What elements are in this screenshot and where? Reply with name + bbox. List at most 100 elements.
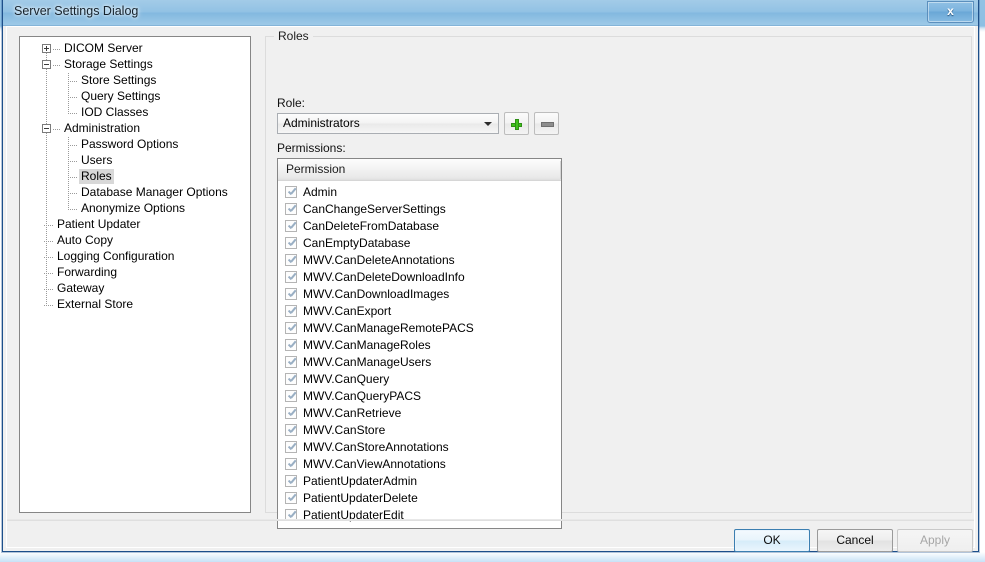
permission-checkbox[interactable]: [285, 186, 297, 198]
permission-label: CanEmptyDatabase: [303, 236, 411, 250]
permission-label: MWV.CanManageRemotePACS: [303, 321, 474, 335]
permission-row[interactable]: PatientUpdaterAdmin: [278, 473, 561, 490]
permission-row[interactable]: MWV.CanDeleteDownloadInfo: [278, 269, 561, 286]
permission-checkbox[interactable]: [285, 475, 297, 487]
role-combobox[interactable]: Administrators: [277, 113, 499, 134]
permission-row[interactable]: MWV.CanExport: [278, 303, 561, 320]
tree-item-users[interactable]: Users: [20, 153, 250, 169]
permission-checkbox[interactable]: [285, 254, 297, 266]
permission-row[interactable]: MWV.CanManageUsers: [278, 354, 561, 371]
permissions-label: Permissions:: [277, 141, 346, 155]
tree-item-anonymize-options[interactable]: Anonymize Options: [20, 201, 250, 217]
tree-connector: [44, 273, 53, 274]
permission-label: MWV.CanDownloadImages: [303, 287, 450, 301]
tree-item-roles[interactable]: Roles: [20, 169, 250, 185]
check-icon: [287, 476, 297, 487]
tree-item-administration[interactable]: Administration: [20, 121, 250, 137]
permission-row[interactable]: MWV.CanDeleteAnnotations: [278, 252, 561, 269]
permission-row[interactable]: MWV.CanManageRoles: [278, 337, 561, 354]
tree-item-external-store[interactable]: External Store: [20, 297, 250, 313]
tree-item-iod-classes[interactable]: IOD Classes: [20, 105, 250, 121]
permission-row[interactable]: MWV.CanStore: [278, 422, 561, 439]
permission-row[interactable]: CanChangeServerSettings: [278, 201, 561, 218]
permission-checkbox[interactable]: [285, 203, 297, 215]
permission-checkbox[interactable]: [285, 322, 297, 334]
permission-checkbox[interactable]: [285, 271, 297, 283]
tree-item-label: Roles: [79, 169, 114, 184]
expand-icon[interactable]: [42, 44, 51, 53]
permission-label: MWV.CanStore: [303, 423, 386, 437]
permissions-list-body: Admin CanChangeServerSettings CanDeleteFro…: [278, 181, 561, 528]
permission-checkbox[interactable]: [285, 220, 297, 232]
tree-item-dicom-server[interactable]: DICOM Server: [20, 41, 250, 57]
permission-row[interactable]: CanEmptyDatabase: [278, 235, 561, 252]
tree-connector: [44, 305, 53, 306]
tree-item-label: Store Settings: [81, 73, 157, 87]
tree-connector: [68, 209, 77, 210]
permission-checkbox[interactable]: [285, 441, 297, 453]
permission-row[interactable]: MWV.CanRetrieve: [278, 405, 561, 422]
check-icon: [287, 408, 297, 419]
permission-row[interactable]: MWV.CanManageRemotePACS: [278, 320, 561, 337]
tree-item-gateway[interactable]: Gateway: [20, 281, 250, 297]
check-icon: [287, 493, 297, 504]
permission-row[interactable]: MWV.CanDownloadImages: [278, 286, 561, 303]
tree-item-forwarding[interactable]: Forwarding: [20, 265, 250, 281]
permission-checkbox[interactable]: [285, 356, 297, 368]
tree-item-password-options[interactable]: Password Options: [20, 137, 250, 153]
permission-row[interactable]: PatientUpdaterEdit: [278, 507, 561, 524]
settings-tree[interactable]: DICOM Server Storage Settings Store Settin…: [19, 36, 251, 513]
permission-checkbox[interactable]: [285, 492, 297, 504]
remove-role-button[interactable]: [534, 112, 559, 135]
permission-row[interactable]: PatientUpdaterDelete: [278, 490, 561, 507]
tree-connector: [68, 97, 77, 98]
tree-connector: [53, 49, 60, 50]
permission-label: PatientUpdaterDelete: [303, 491, 418, 505]
tree-connector: [68, 81, 77, 82]
permission-row[interactable]: MWV.CanStoreAnnotations: [278, 439, 561, 456]
apply-button: Apply: [897, 529, 973, 552]
tree-connector: [53, 129, 60, 130]
tree-item-logging-configuration[interactable]: Logging Configuration: [20, 249, 250, 265]
permission-checkbox[interactable]: [285, 237, 297, 249]
permission-row[interactable]: MWV.CanViewAnnotations: [278, 456, 561, 473]
minus-icon: [541, 122, 554, 127]
permission-row[interactable]: MWV.CanQueryPACS: [278, 388, 561, 405]
permission-checkbox[interactable]: [285, 407, 297, 419]
tree-item-label: Users: [81, 153, 113, 167]
permission-label: MWV.CanRetrieve: [303, 406, 402, 420]
tree-item-patient-updater[interactable]: Patient Updater: [20, 217, 250, 233]
permission-checkbox[interactable]: [285, 458, 297, 470]
tree-item-query-settings[interactable]: Query Settings: [20, 89, 250, 105]
tree-item-store-settings[interactable]: Store Settings: [20, 73, 250, 89]
permission-checkbox[interactable]: [285, 339, 297, 351]
permission-checkbox[interactable]: [285, 305, 297, 317]
permission-row[interactable]: MWV.CanQuery: [278, 371, 561, 388]
permission-checkbox[interactable]: [285, 288, 297, 300]
tree-item-database-manager-options[interactable]: Database Manager Options: [20, 185, 250, 201]
tree-item-label: Forwarding: [57, 265, 118, 279]
permission-row[interactable]: Admin: [278, 184, 561, 201]
permission-row[interactable]: CanDeleteFromDatabase: [278, 218, 561, 235]
add-role-button[interactable]: [504, 112, 529, 135]
ok-button[interactable]: OK: [734, 529, 810, 552]
check-icon: [287, 323, 297, 334]
tree-connector: [44, 241, 53, 242]
check-icon: [287, 357, 297, 368]
tree-item-storage-settings[interactable]: Storage Settings: [20, 57, 250, 73]
collapse-icon[interactable]: [42, 124, 51, 133]
permission-checkbox[interactable]: [285, 373, 297, 385]
close-button[interactable]: x: [927, 1, 974, 23]
title-bar[interactable]: Server Settings Dialog x: [3, 0, 978, 26]
permission-checkbox[interactable]: [285, 424, 297, 436]
tree-item-label: Auto Copy: [57, 233, 114, 247]
chevron-down-icon: [484, 122, 492, 126]
permission-checkbox[interactable]: [285, 390, 297, 402]
permissions-listview[interactable]: Permission Admin CanChangeServerSettings C…: [277, 158, 562, 529]
cancel-button[interactable]: Cancel: [817, 529, 893, 552]
tree-item-auto-copy[interactable]: Auto Copy: [20, 233, 250, 249]
collapse-icon[interactable]: [42, 60, 51, 69]
check-icon: [287, 187, 297, 198]
roles-groupbox-title: Roles: [274, 29, 313, 43]
permissions-column-header[interactable]: Permission: [278, 159, 561, 181]
